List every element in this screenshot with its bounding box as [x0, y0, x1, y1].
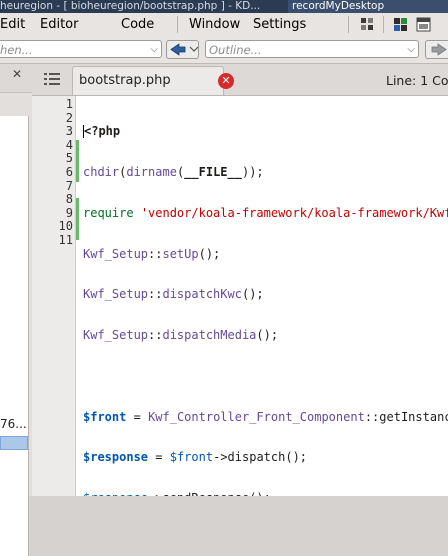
chevron-down-icon[interactable]: ⌵ — [150, 41, 158, 57]
code-line: $response = $front->dispatch(); — [83, 450, 308, 465]
outline-input-placeholder: Outline... — [209, 43, 262, 57]
menu-editor-label: Editor — [40, 17, 79, 32]
tree-item-selected[interactable] — [0, 436, 28, 450]
line-number: 7 — [65, 178, 73, 193]
code-text[interactable]: <?php chdir(dirname(__FILE__)); require … — [83, 98, 448, 496]
window-title: heuregion - [ bioheuregion/bootstrap.php… — [0, 0, 261, 12]
nav-back-button[interactable] — [166, 40, 199, 59]
menu-bar: Edit Editor Code Window Settings — [0, 13, 448, 37]
left-panel-header: ✕ — [0, 64, 32, 93]
title-bar: heuregion - [ bioheuregion/bootstrap.php… — [0, 0, 448, 13]
menu-code-label: Code — [121, 17, 155, 32]
nav-back-icon — [170, 43, 199, 56]
line-number: 10 — [58, 219, 73, 234]
menu-code[interactable]: Code — [121, 13, 154, 36]
document-list-icon[interactable] — [44, 72, 60, 86]
tab-strip: bootstrap.php ✕ Line: 1 Co — [32, 64, 448, 96]
tab-label: bootstrap.php — [79, 73, 171, 88]
tab-bootstrap-php[interactable]: bootstrap.php ✕ — [72, 66, 234, 95]
line-number: 11 — [58, 232, 73, 247]
code-line: Kwf_Setup::dispatchKwc(); — [83, 287, 264, 302]
modified-lines-marker — [76, 198, 79, 240]
menu-separator — [177, 16, 178, 33]
code-line: Kwf_Setup::setUp(); — [83, 246, 221, 261]
line-number: 3 — [65, 124, 73, 139]
tree-item-truncated[interactable]: 76... — [0, 417, 27, 431]
outline-input[interactable]: Outline... ⌵ — [205, 40, 419, 58]
line-number: 6 — [65, 164, 73, 179]
line-number: 9 — [65, 205, 73, 220]
cursor-position: Line: 1 Co — [386, 73, 448, 88]
code-line: <?php — [83, 124, 121, 139]
task-recordmydesktop[interactable]: recordMyDesktop — [288, 0, 448, 13]
code-line: chdir(dirname(__FILE__)); — [83, 164, 264, 179]
toolbar-layout-icon[interactable] — [416, 17, 431, 32]
search-input[interactable]: hen... ⌵ — [0, 40, 162, 58]
line-number: 5 — [65, 151, 73, 166]
close-tab-icon[interactable]: ✕ — [218, 73, 234, 89]
chevron-down-icon[interactable]: ⌵ — [407, 41, 415, 57]
line-number: 4 — [65, 137, 73, 152]
toolbar-grid-icon[interactable] — [393, 17, 408, 32]
code-line: $response->sendResponse(); — [83, 491, 448, 496]
line-number-gutter: 1 2 3 4 5 6 7 8 9 10 11 — [32, 96, 76, 496]
line-numbers: 1 2 3 4 5 6 7 8 9 10 11 — [32, 97, 73, 248]
menu-separator — [383, 16, 384, 33]
code-editor[interactable]: 1 2 3 4 5 6 7 8 9 10 11 <?php chdir(dirn… — [32, 96, 448, 496]
menu-edit[interactable]: Edit — [0, 13, 25, 36]
menu-window[interactable]: Window — [189, 13, 240, 36]
project-tree[interactable] — [0, 116, 29, 556]
menu-window-label: Window — [189, 17, 241, 32]
code-line: Kwf_Setup::dispatchMedia(); — [83, 328, 279, 343]
line-number: 1 — [65, 97, 73, 111]
line-number: 2 — [65, 110, 73, 125]
search-input-value: hen... — [0, 43, 33, 57]
menu-separator — [348, 16, 349, 33]
modified-lines-marker — [76, 140, 79, 182]
menu-editor[interactable]: Editor — [40, 13, 78, 36]
code-line: $front = Kwf_Controller_Front_Component:… — [83, 409, 448, 424]
nav-forward-icon — [431, 43, 447, 56]
menu-settings[interactable]: Settings — [253, 13, 306, 36]
panel-close-icon[interactable]: ✕ — [12, 67, 22, 81]
menu-settings-label: Settings — [253, 17, 307, 32]
code-line: require 'vendor/koala-framework/koala-fr… — [83, 205, 448, 220]
nav-forward-button[interactable] — [425, 40, 448, 59]
menu-edit-label: Edit — [0, 17, 26, 32]
left-panel: ✕ 76... — [0, 64, 32, 556]
toolbar-config-icon[interactable] — [360, 17, 375, 32]
toolbar: hen... ⌵ Outline... ⌵ — [0, 36, 448, 64]
line-number: 8 — [65, 192, 73, 207]
